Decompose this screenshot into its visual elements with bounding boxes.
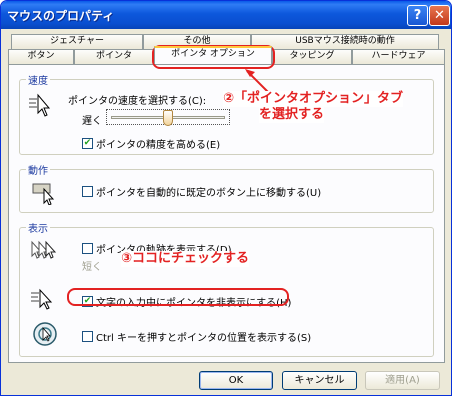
tab-hardware[interactable]: ハードウェア — [352, 49, 445, 64]
speed-select-label: ポインタの速度を選択する(C): — [68, 96, 207, 107]
snap-checkbox[interactable] — [82, 186, 93, 197]
apply-button[interactable]: 適用(A) — [365, 371, 440, 390]
cancel-button[interactable]: キャンセル — [282, 371, 357, 390]
display-group-label: 表示 — [26, 220, 50, 235]
tab-note-line1: ②「ポインタオプション」タブ — [223, 91, 404, 107]
mouse-properties-dialog: マウスのプロパティ ? ✕ ジェスチャー その他 USBマウス接続時の動作 ボタ… — [0, 0, 452, 396]
title-bar: マウスのプロパティ ? ✕ — [1, 1, 451, 29]
slow-label: 遅く — [82, 116, 102, 127]
tab-usb-behavior[interactable]: USBマウス接続時の動作 — [251, 34, 439, 49]
snap-label: ポインタを自動的に既定のボタン上に移動する(U) — [96, 188, 322, 199]
pointer-speed-icon — [29, 93, 51, 117]
motion-group: 動作 ポインタを自動的に既定のボタン上に移動する(U) — [19, 162, 434, 213]
precision-label: ポインタの精度を高める(E) — [96, 140, 221, 151]
tab-pointer-options[interactable]: ポインタ オプション — [154, 46, 272, 64]
precision-option[interactable]: ✔ ポインタの精度を高める(E) — [82, 136, 220, 151]
ctrl-locate-option[interactable]: Ctrl キーを押すとポインタの位置を表示する(S) — [82, 329, 311, 344]
pointer-trails-icon — [31, 240, 57, 259]
ok-button[interactable]: OK — [199, 371, 273, 390]
checkbox-highlight-box — [67, 288, 289, 306]
tab-buttons[interactable]: ボタン — [8, 49, 74, 64]
speed-group-label: 速度 — [26, 72, 50, 87]
tab-tapping[interactable]: タッピング — [272, 49, 352, 64]
tab-note-line2: を選択する — [259, 107, 325, 123]
speed-slider[interactable] — [106, 109, 230, 126]
window-title: マウスのプロパティ — [7, 9, 115, 23]
slider-thumb[interactable] — [163, 110, 173, 126]
trails-short-label: 短く — [82, 262, 102, 273]
ctrl-locate-icon — [33, 322, 57, 346]
snap-to-button-icon — [32, 183, 55, 205]
help-button[interactable]: ? — [407, 5, 428, 26]
trails-checkbox[interactable] — [82, 243, 93, 254]
check-note: ③ココにチェックする — [121, 251, 250, 267]
snap-option[interactable]: ポインタを自動的に既定のボタン上に移動する(U) — [82, 184, 321, 199]
ctrl-locate-label: Ctrl キーを押すとポインタの位置を表示する(S) — [96, 333, 312, 344]
hide-while-typing-icon — [31, 288, 53, 310]
ctrl-locate-checkbox[interactable] — [82, 331, 93, 342]
close-button[interactable]: ✕ — [429, 5, 450, 26]
motion-group-label: 動作 — [26, 162, 50, 177]
tab-pointers[interactable]: ポインタ — [74, 49, 154, 64]
tab-gesture[interactable]: ジェスチャー — [11, 34, 143, 49]
precision-checkbox[interactable]: ✔ — [82, 138, 93, 149]
tab-panel: 速度 ポインタの速度を選択する(C): 遅く ✔ ポインタの精度を高める(E) … — [8, 64, 445, 363]
